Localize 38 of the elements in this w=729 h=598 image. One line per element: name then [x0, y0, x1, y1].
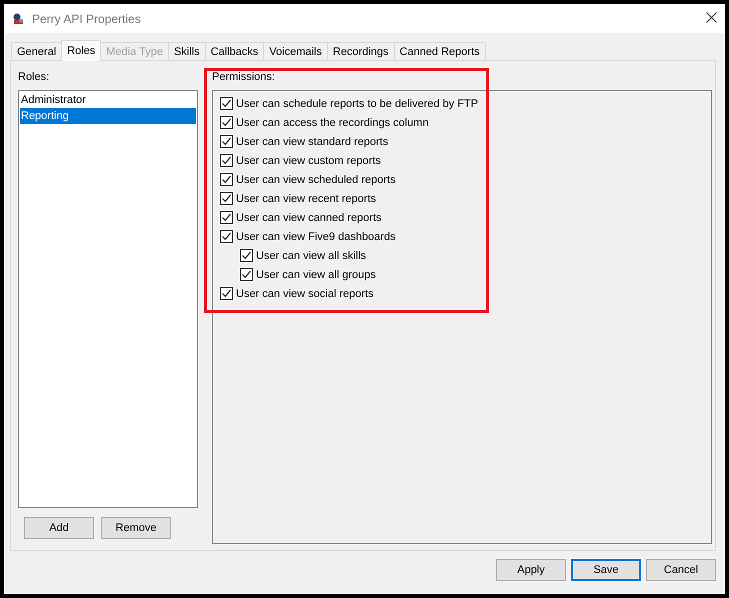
- app-icon: [12, 12, 24, 24]
- checkbox[interactable]: [220, 135, 233, 148]
- checkbox[interactable]: [220, 230, 233, 243]
- checkbox-label: User can view scheduled reports: [236, 174, 396, 186]
- checkbox[interactable]: [220, 97, 233, 110]
- dialog-button[interactable]: Apply: [496, 559, 566, 581]
- list-item[interactable]: Administrator: [20, 92, 196, 108]
- remove-button[interactable]: Remove: [101, 517, 171, 539]
- permissions-label: Permissions:: [212, 71, 275, 83]
- checkbox-label: User can view Five9 dashboards: [236, 230, 396, 242]
- checkbox-label: User can view standard reports: [236, 136, 388, 148]
- checkbox[interactable]: [220, 173, 233, 186]
- checkbox-label: User can view canned reports: [236, 212, 382, 224]
- checkbox-label: User can view custom reports: [236, 154, 381, 166]
- checkbox-label: User can view all groups: [256, 268, 376, 280]
- checkbox-label: User can access the recordings column: [236, 116, 429, 128]
- checkbox[interactable]: [220, 154, 233, 167]
- checkbox-label: User can view social reports: [236, 288, 374, 300]
- checkbox-label: User can schedule reports to be delivered by FTP: [236, 98, 478, 110]
- checkbox[interactable]: [240, 268, 253, 281]
- checkbox[interactable]: [220, 116, 233, 129]
- tab[interactable]: Canned Reports: [394, 42, 486, 60]
- dialog-button[interactable]: Save: [571, 559, 641, 581]
- checkbox[interactable]: [220, 192, 233, 205]
- checkbox[interactable]: [220, 211, 233, 224]
- dialog-button[interactable]: Cancel: [646, 559, 716, 581]
- tab[interactable]: General: [11, 42, 62, 60]
- checkbox[interactable]: [220, 287, 233, 300]
- checkbox-label: User can view recent reports: [236, 192, 376, 204]
- tab[interactable]: Roles: [61, 40, 102, 61]
- tab[interactable]: Recordings: [326, 42, 395, 60]
- add-button[interactable]: Add: [24, 517, 94, 539]
- checkbox-label: User can view all skills: [256, 250, 366, 262]
- close-icon[interactable]: [706, 12, 717, 22]
- window-title: Perry API Properties: [32, 12, 142, 26]
- checkbox[interactable]: [240, 249, 253, 262]
- list-item[interactable]: Reporting: [20, 108, 196, 124]
- roles-label: Roles:: [18, 71, 50, 83]
